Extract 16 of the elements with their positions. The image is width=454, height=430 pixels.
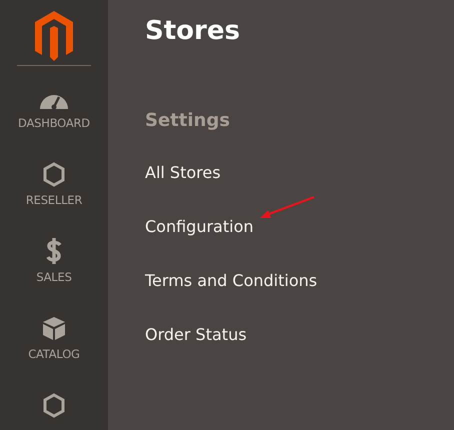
menu-link[interactable]: All Stores [145,163,221,182]
menu-label[interactable]: CATALOG [28,347,80,361]
panel-title: Stores [145,16,241,46]
menu-label[interactable]: DASHBOARD [18,116,90,130]
dollar-icon [46,238,62,264]
box-icon [42,316,66,341]
arrow-icon [258,195,316,221]
hexagon-icon [43,393,65,418]
menu-link[interactable]: Order Status [145,325,247,344]
menu-link[interactable]: Configuration [145,217,254,236]
section-heading: Settings [145,110,231,131]
menu-link[interactable]: Terms and Conditions [145,271,318,290]
hexagon-icon [42,162,65,187]
menu-label[interactable]: RESELLER [26,193,82,207]
logo-icon [35,11,73,61]
menu-label[interactable]: SALES [36,270,72,284]
